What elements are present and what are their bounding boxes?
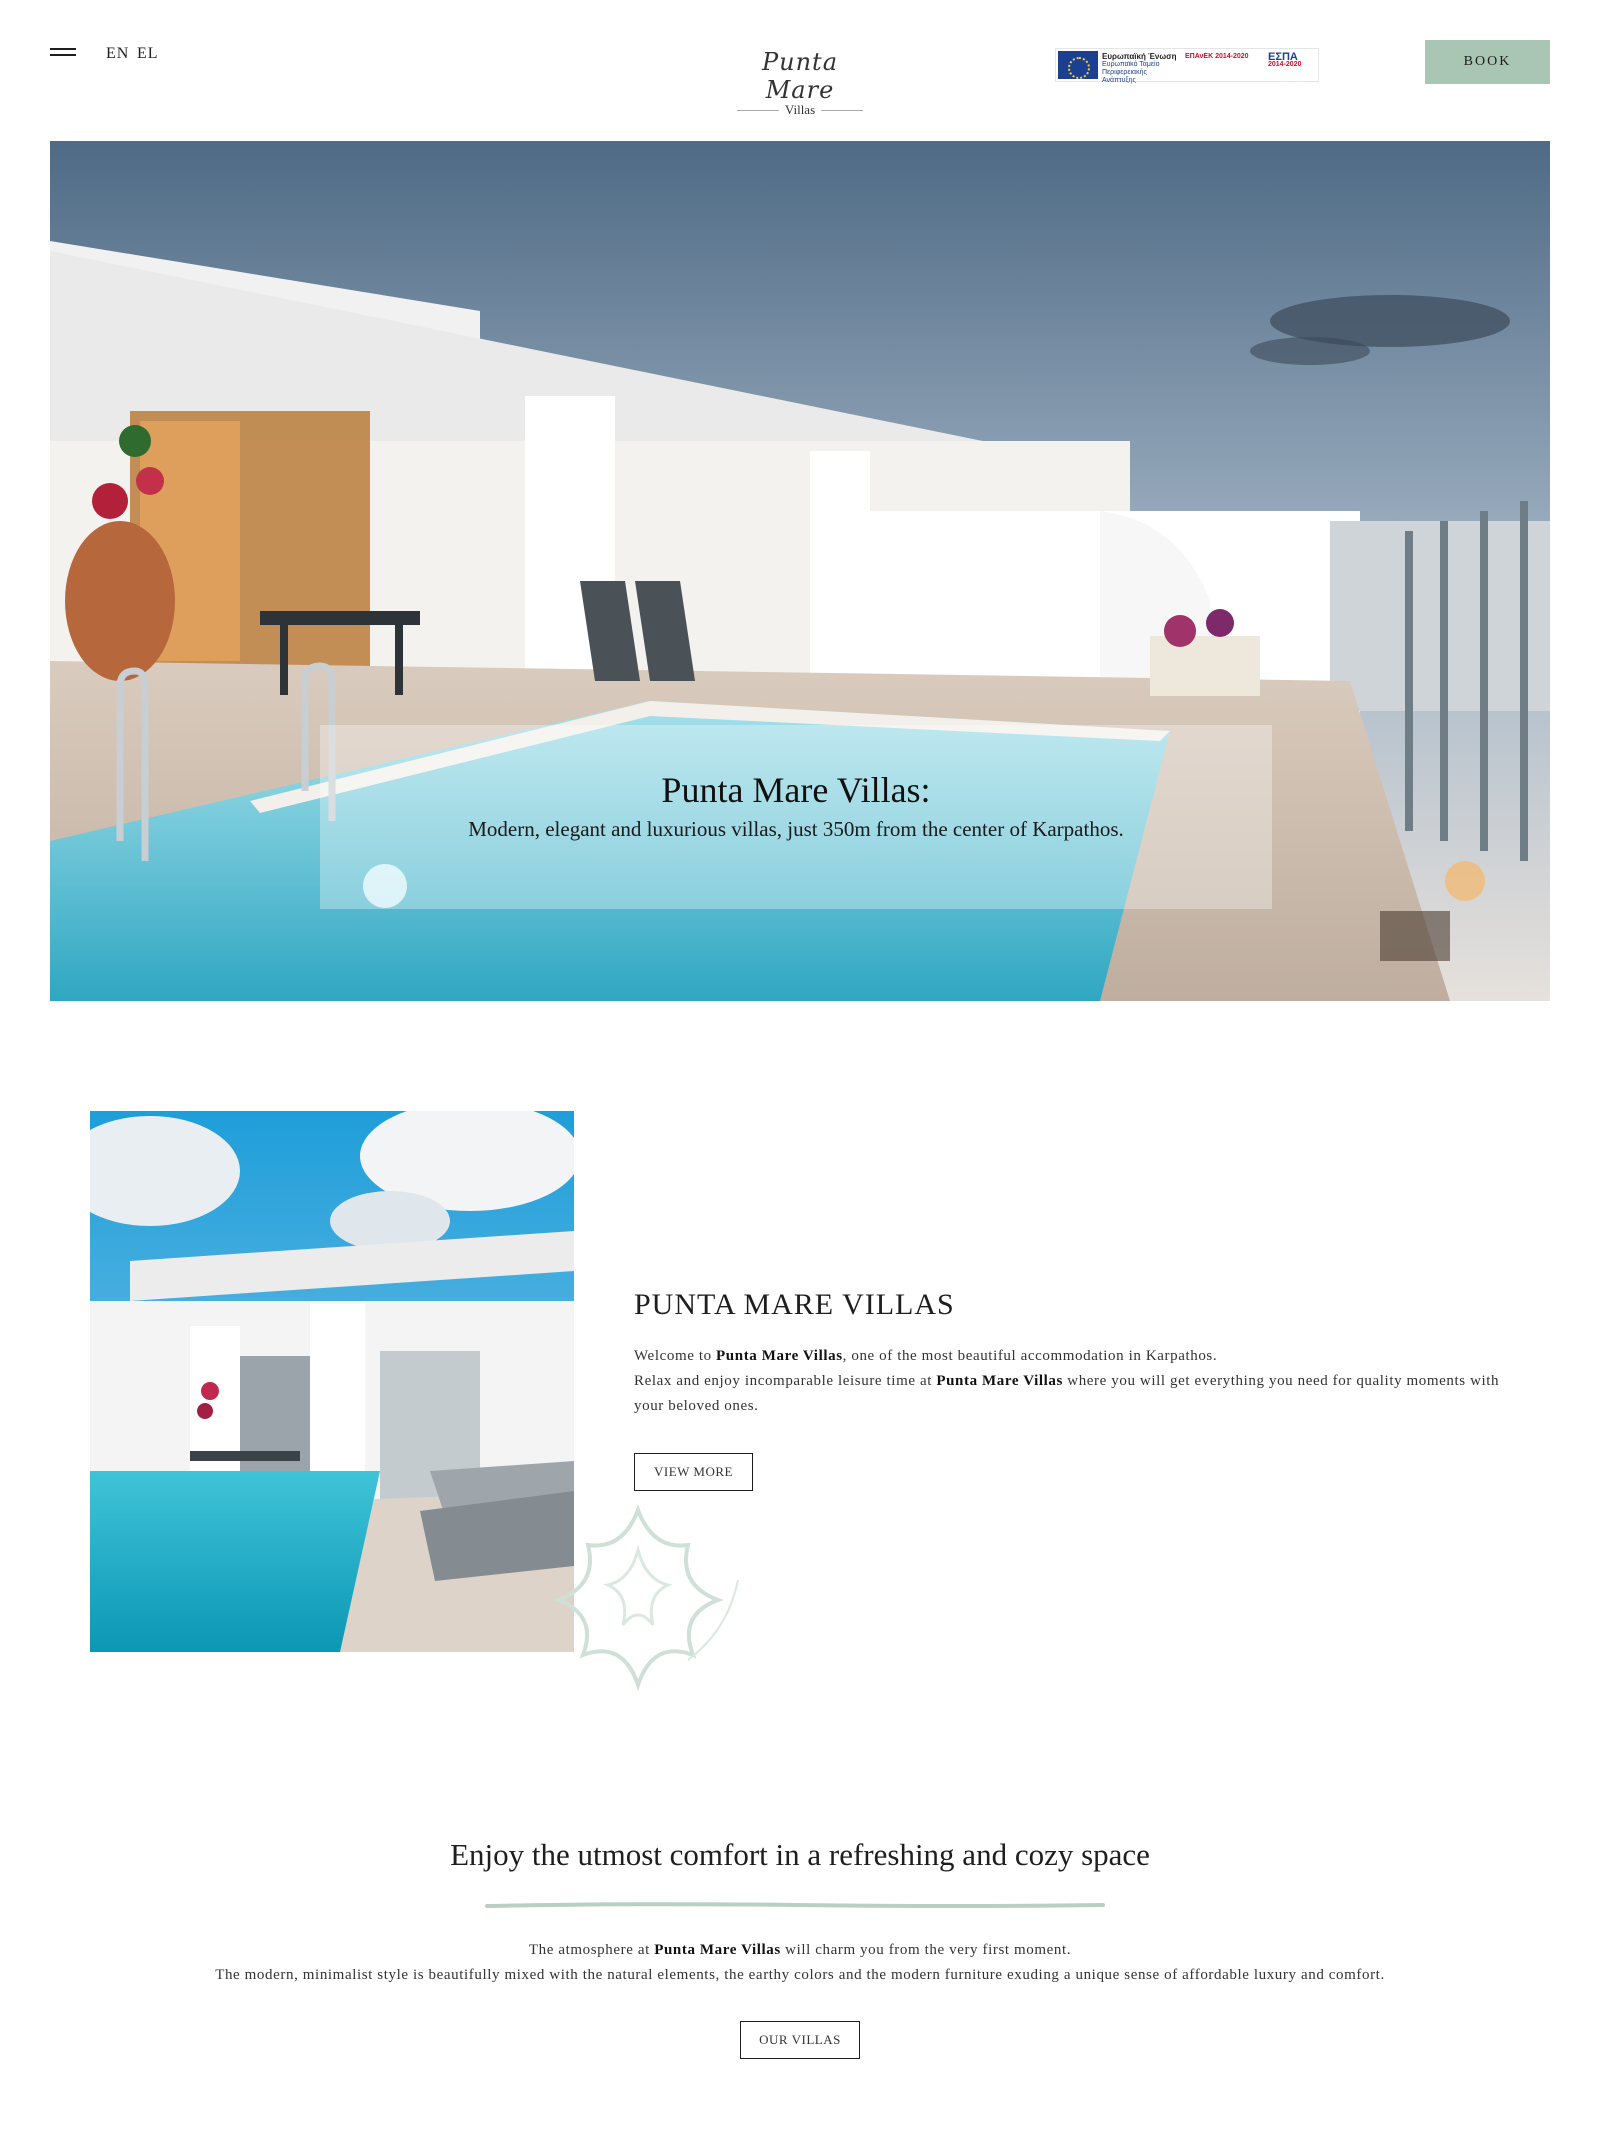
eu-line2: Περιφερειακής Ανάπτυξης — [1102, 69, 1147, 84]
logo-script-text: Punta Mare — [761, 48, 838, 104]
hero-title: Punta Mare Villas: — [661, 770, 931, 810]
eu-line1: Ευρωπαϊκό Ταμείο — [1102, 61, 1160, 68]
comfort-title: Enjoy the utmost comfort in a refreshing… — [450, 1837, 1150, 1872]
comfort-text: The atmosphere at Punta Mare Villas will… — [215, 1942, 1385, 1983]
brand-name: Punta Mare Villas — [716, 1348, 843, 1364]
epanek-label: ΕΠΑνΕΚ 2014-2020 — [1185, 53, 1249, 60]
site-logo[interactable]: Punta Mare Villas — [730, 48, 870, 117]
brush-stroke-divider — [485, 1902, 1105, 1908]
logo-divider — [736, 109, 779, 111]
espa-label: ΕΣΠΑ — [1268, 51, 1298, 63]
flower-decoration-icon — [552, 1504, 739, 1692]
eu-title: Ευρωπαϊκή Ένωση — [1102, 52, 1177, 61]
hero-subtitle: Modern, elegant and luxurious villas, ju… — [468, 817, 1124, 841]
brand-name: Punta Mare Villas — [936, 1373, 1063, 1389]
about-text: Welcome to Punta Mare Villas, one of the… — [634, 1348, 1500, 1414]
our-villas-button[interactable]: OUR VILLAS — [740, 2021, 860, 2059]
book-button[interactable]: BOOK — [1425, 40, 1550, 84]
about-title: PUNTA MARE VILLAS — [634, 1288, 955, 1321]
logo-sub-text: Villas — [784, 102, 816, 117]
about-villa-pool-photo — [90, 1111, 574, 1652]
logo-divider — [821, 109, 864, 111]
language-en-link[interactable]: EN — [106, 45, 129, 63]
hamburger-menu-icon[interactable] — [50, 48, 76, 58]
view-more-button[interactable]: VIEW MORE — [634, 1453, 753, 1491]
about-villa-image — [90, 1111, 574, 1652]
hero-caption-box: Punta Mare Villas: Modern, elegant and l… — [320, 725, 1272, 909]
espa-years: 2014-2020 — [1268, 61, 1302, 68]
hero-image: Punta Mare Villas: Modern, elegant and l… — [50, 141, 1550, 1001]
eu-flag-icon — [1058, 51, 1098, 79]
espa-funding-banner[interactable]: Ευρωπαϊκή Ένωση Ευρωπαϊκό Ταμείο Περιφερ… — [1055, 48, 1319, 84]
language-el-link[interactable]: EL — [137, 45, 159, 63]
brand-name: Punta Mare Villas — [654, 1942, 781, 1958]
